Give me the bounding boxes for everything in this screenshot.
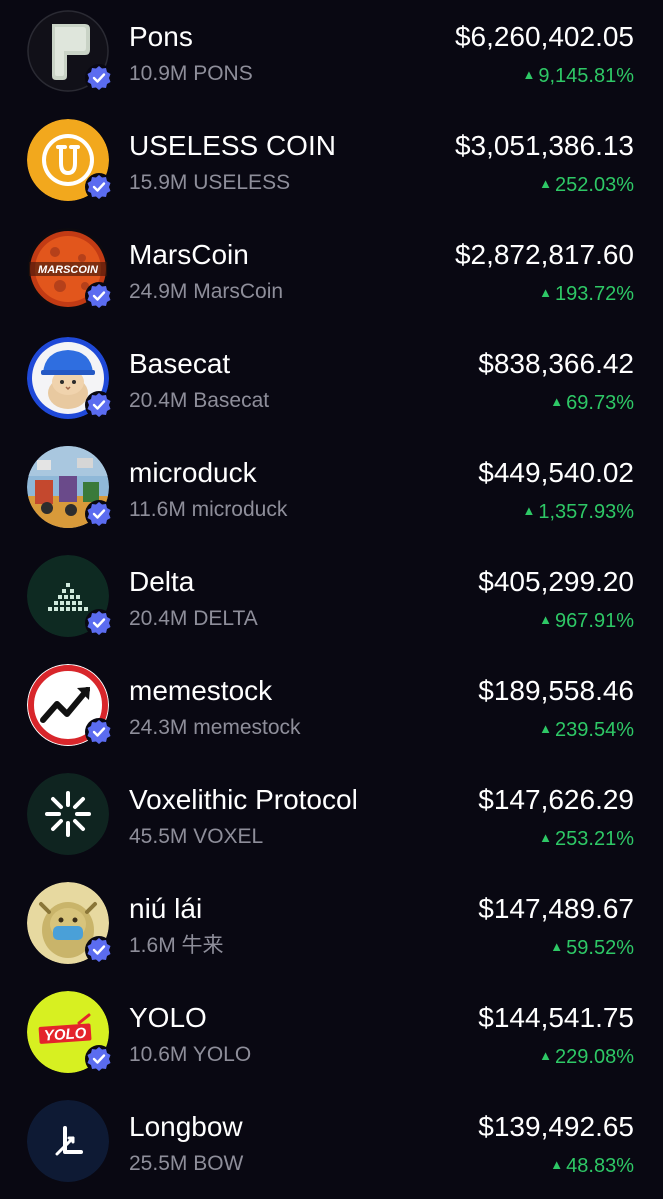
token-row-useless-coin[interactable]: USELESS COIN 15.9M USELESS $3,051,386.13…: [0, 109, 663, 218]
token-name: Pons: [129, 21, 193, 52]
verified-badge-icon: [84, 63, 114, 93]
token-amount: 20.4M DELTA: [129, 607, 258, 630]
verified-badge-icon: [84, 608, 114, 638]
verified-badge-icon: [84, 717, 114, 747]
token-value: $6,260,402.05: [454, 21, 634, 52]
token-change-value: 229.08%: [555, 1046, 634, 1068]
token-name: microduck: [129, 457, 257, 488]
token-change-value: 1,357.93%: [538, 501, 634, 523]
token-change-value: 253.21%: [555, 828, 634, 850]
token-change: ▲ 193.72%: [539, 280, 634, 307]
token-row-voxelithic-protocol[interactable]: Voxelithic Protocol 45.5M VOXEL $147,626…: [0, 763, 663, 872]
token-value: $3,051,386.13: [454, 130, 634, 161]
token-change-value: 69.73%: [566, 392, 634, 414]
token-value: $147,489.67: [478, 893, 634, 924]
up-triangle-icon: ▲: [539, 721, 553, 736]
voxel-logo-icon: [27, 773, 109, 855]
token-change-value: 193.72%: [555, 283, 634, 305]
token-name: Longbow: [129, 1111, 243, 1142]
token-change: ▲ 69.73%: [550, 389, 634, 416]
token-amount: 1.6M 牛来: [129, 934, 224, 957]
token-value: $147,626.29: [478, 784, 634, 815]
token-change: ▲ 239.54%: [539, 716, 634, 743]
verified-badge-icon: [84, 499, 114, 529]
token-amount: 24.3M memestock: [129, 716, 301, 739]
token-value: $405,299.20: [478, 566, 634, 597]
up-triangle-icon: ▲: [550, 939, 564, 954]
verified-badge-icon: [84, 390, 114, 420]
token-row-niu-lai[interactable]: niú lái 1.6M 牛来 $147,489.67 ▲ 59.52%: [0, 872, 663, 981]
up-triangle-icon: ▲: [539, 285, 553, 300]
token-change: ▲ 252.03%: [539, 171, 634, 198]
token-name: niú lái: [129, 893, 203, 924]
token-row-memestock[interactable]: memestock 24.3M memestock $189,558.46 ▲ 2…: [0, 654, 663, 763]
up-triangle-icon: ▲: [522, 503, 536, 518]
token-row-basecat[interactable]: Basecat 20.4M Basecat $838,366.42 ▲ 69.73…: [0, 327, 663, 436]
token-value: $189,558.46: [478, 675, 634, 706]
token-change: ▲ 1,357.93%: [522, 498, 634, 525]
up-triangle-icon: ▲: [539, 1048, 553, 1063]
token-change-value: 239.54%: [555, 719, 634, 741]
token-name: Delta: [129, 566, 195, 597]
token-amount: 25.5M BOW: [129, 1152, 244, 1175]
up-triangle-icon: ▲: [522, 67, 536, 82]
token-name: Voxelithic Protocol: [129, 784, 358, 815]
token-row-microduck[interactable]: microduck 11.6M microduck $449,540.02 ▲ 1…: [0, 436, 663, 545]
marscoin-logo-text: MARSCOIN: [38, 264, 99, 276]
token-change: ▲ 9,145.81%: [522, 62, 634, 89]
token-value: $449,540.02: [478, 457, 634, 488]
token-amount: 20.4M Basecat: [129, 389, 270, 412]
up-triangle-icon: ▲: [550, 394, 564, 409]
token-name: memestock: [129, 675, 273, 706]
token-amount: 24.9M MarsCoin: [129, 280, 284, 303]
token-change-value: 59.52%: [566, 937, 634, 959]
token-change-value: 48.83%: [566, 1155, 634, 1177]
token-name: YOLO: [129, 1002, 207, 1033]
token-change: ▲ 253.21%: [539, 825, 634, 852]
token-name: Basecat: [129, 348, 231, 379]
yolo-logo-text: YOLO: [43, 1025, 87, 1045]
token-amount: 10.9M PONS: [129, 62, 253, 85]
token-row-marscoin[interactable]: MARSCOIN MarsCoin 24.9M MarsCoin $2,872,…: [0, 218, 663, 327]
token-row-longbow[interactable]: Longbow 25.5M BOW $139,492.65 ▲ 48.83%: [0, 1090, 663, 1199]
up-triangle-icon: ▲: [539, 176, 553, 191]
longbow-logo-icon: [27, 1100, 109, 1182]
token-change-value: 967.91%: [555, 610, 634, 632]
verified-badge-icon: [84, 172, 114, 202]
up-triangle-icon: ▲: [539, 612, 553, 627]
verified-badge-icon: [84, 281, 114, 311]
token-amount: 45.5M VOXEL: [129, 825, 264, 848]
token-row-pons[interactable]: Pons 10.9M PONS $6,260,402.05 ▲ 9,145.81%: [0, 0, 663, 109]
token-amount: 11.6M microduck: [129, 498, 288, 521]
token-amount: 15.9M USELESS: [129, 171, 291, 194]
token-change: ▲ 59.52%: [550, 934, 634, 961]
token-value: $2,872,817.60: [454, 239, 634, 270]
verified-badge-icon: [84, 1044, 114, 1074]
token-change-value: 9,145.81%: [538, 65, 634, 87]
token-list: Pons 10.9M PONS $6,260,402.05 ▲ 9,145.81%…: [0, 0, 663, 1199]
token-name: MarsCoin: [129, 239, 249, 270]
token-name: USELESS COIN: [129, 130, 336, 161]
token-change-value: 252.03%: [555, 174, 634, 196]
token-value: $139,492.65: [478, 1111, 634, 1142]
up-triangle-icon: ▲: [539, 830, 553, 845]
token-change: ▲ 967.91%: [539, 607, 634, 634]
token-value: $144,541.75: [478, 1002, 634, 1033]
token-change: ▲ 229.08%: [539, 1043, 634, 1070]
up-triangle-icon: ▲: [550, 1157, 564, 1172]
token-amount: 10.6M YOLO: [129, 1043, 252, 1066]
token-value: $838,366.42: [478, 348, 634, 379]
token-change: ▲ 48.83%: [550, 1152, 634, 1179]
token-row-delta[interactable]: Delta 20.4M DELTA $405,299.20 ▲ 967.91%: [0, 545, 663, 654]
verified-badge-icon: [84, 935, 114, 965]
token-row-yolo[interactable]: YOLO YOLO 10.6M YOLO $144,541.75 ▲ 229.08…: [0, 981, 663, 1090]
